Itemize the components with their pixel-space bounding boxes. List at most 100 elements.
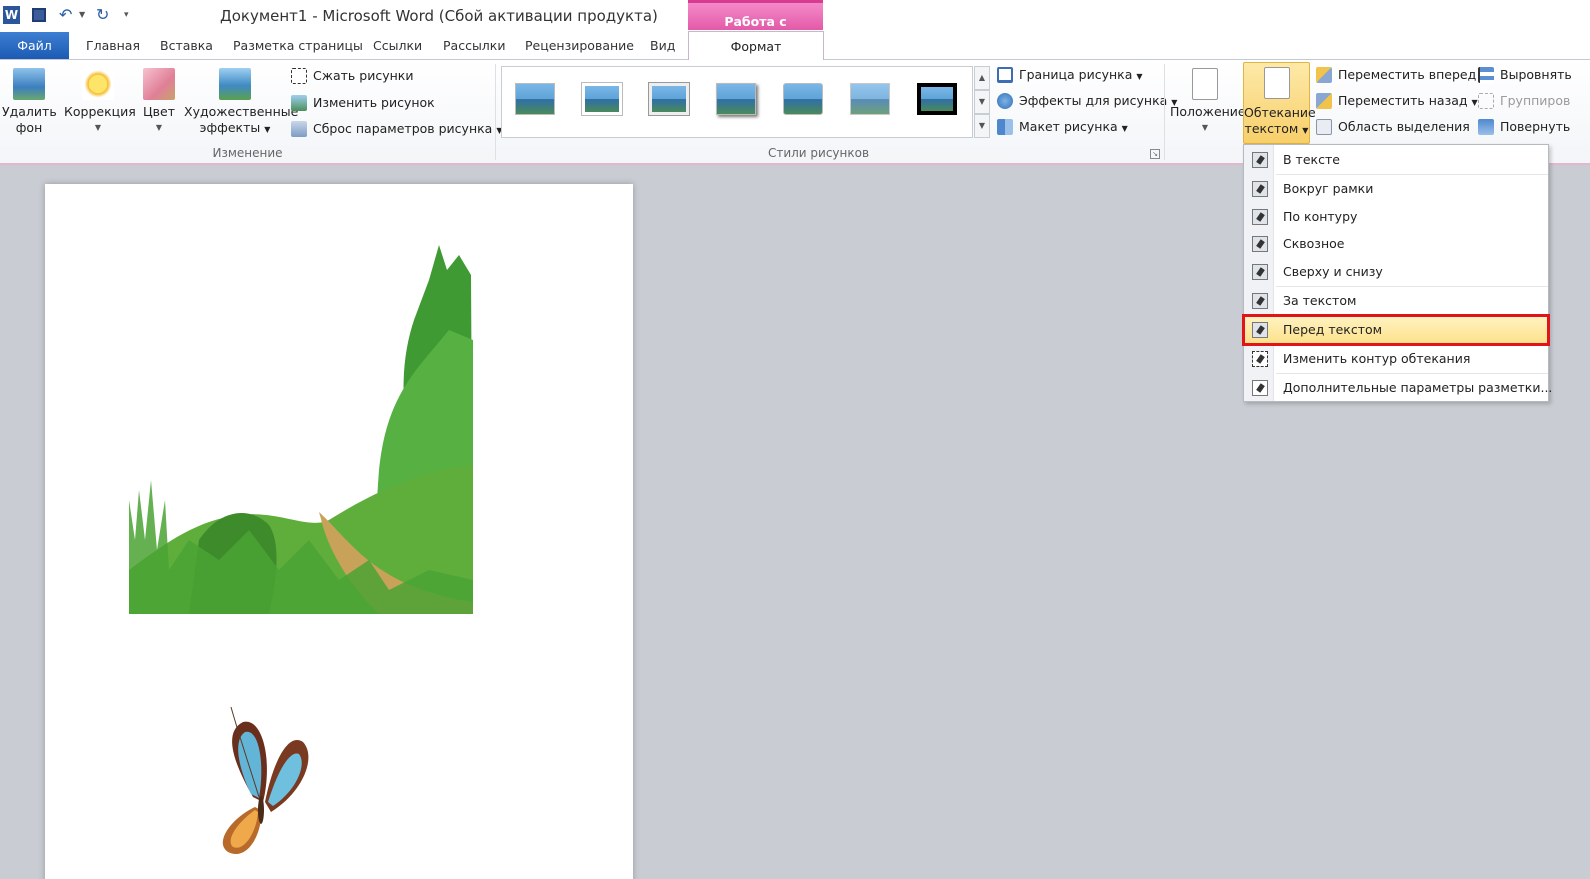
border-icon <box>997 67 1013 83</box>
style-thumb[interactable] <box>648 82 690 116</box>
menu-separator <box>1276 373 1548 374</box>
redo-icon[interactable]: ↻ <box>96 6 114 24</box>
tab-review[interactable]: Рецензирование <box>525 38 634 53</box>
document-page[interactable] <box>45 184 633 879</box>
selection-pane-icon <box>1316 119 1332 135</box>
rotate-button[interactable]: Повернуть <box>1478 118 1570 136</box>
corrections-button[interactable]: Коррекция ▼ <box>64 68 136 136</box>
window-title: Документ1 - Microsoft Word (Сбой активац… <box>220 7 658 25</box>
compress-label: Сжать рисунки <box>313 68 414 83</box>
landscape-picture[interactable] <box>129 240 473 614</box>
tab-page-layout[interactable]: Разметка страницы <box>233 38 363 53</box>
undo-icon[interactable]: ↶ <box>59 6 77 24</box>
customize-qat-icon[interactable]: ▾ <box>124 6 142 24</box>
edit-wrap-points-icon <box>1252 351 1268 367</box>
change-picture-label: Изменить рисунок <box>313 95 435 110</box>
wrap-text-icon <box>1263 67 1290 99</box>
artistic-effects-label: Художественные <box>184 104 299 119</box>
ribbon-tabs: Файл Главная Вставка Разметка страницы С… <box>0 31 1590 61</box>
selection-pane-button[interactable]: Область выделения <box>1316 118 1470 136</box>
wrap-text-label-2: текстом <box>1244 121 1299 136</box>
picture-layout-button[interactable]: Макет рисунка ▼ <box>997 118 1128 136</box>
send-backward-button[interactable]: Переместить назад ▼ <box>1316 92 1478 110</box>
wrap-inline-icon <box>1252 152 1268 168</box>
picture-effects-button[interactable]: Эффекты для рисунка ▼ <box>997 92 1177 110</box>
chevron-down-icon: ▼ <box>155 123 163 132</box>
send-backward-label: Переместить назад <box>1338 93 1468 108</box>
remove-bg-label: Удалить <box>2 104 57 119</box>
reset-picture-label: Сброс параметров рисунка <box>313 121 493 136</box>
style-thumb[interactable] <box>783 83 823 115</box>
remove-background-button[interactable]: Удалить фон <box>2 68 57 136</box>
corrections-label: Коррекция <box>64 104 136 119</box>
tab-references[interactable]: Ссылки <box>373 38 422 53</box>
style-thumb[interactable] <box>716 83 756 115</box>
menu-item-in-line[interactable]: В тексте <box>1244 147 1548 173</box>
reset-picture-icon <box>291 121 307 137</box>
position-button[interactable]: Положение ▼ <box>1170 68 1246 136</box>
reset-picture-button[interactable]: Сброс параметров рисунка ▼ <box>291 120 502 138</box>
picture-styles-gallery[interactable] <box>501 66 973 138</box>
change-picture-button[interactable]: Изменить рисунок <box>291 94 435 112</box>
gallery-scroll-down[interactable]: ▼ <box>974 90 990 114</box>
color-icon <box>143 68 175 100</box>
tab-home[interactable]: Главная <box>86 38 140 53</box>
send-backward-icon <box>1316 93 1332 109</box>
picture-layout-label: Макет рисунка <box>1019 119 1118 134</box>
tab-view[interactable]: Вид <box>650 38 675 53</box>
menu-item-tight[interactable]: По контуру <box>1244 204 1548 230</box>
tab-insert[interactable]: Вставка <box>160 38 213 53</box>
undo-dropdown-icon[interactable]: ▼ <box>79 6 97 24</box>
menu-item-through[interactable]: Сквозное <box>1244 231 1548 257</box>
style-thumb[interactable] <box>515 83 555 115</box>
tab-file[interactable]: Файл <box>0 32 69 59</box>
chevron-down-icon: ▼ <box>94 123 102 132</box>
group-separator <box>1164 64 1165 160</box>
wrap-in-front-icon <box>1252 322 1268 338</box>
align-button[interactable]: Выровнять <box>1478 66 1572 84</box>
butterfly-picture[interactable] <box>193 702 317 867</box>
bring-forward-button[interactable]: Переместить вперед ▼ <box>1316 66 1486 84</box>
chevron-down-icon: ▼ <box>1201 123 1209 132</box>
menu-item-square[interactable]: Вокруг рамки <box>1244 176 1548 202</box>
tab-format[interactable]: Формат <box>688 31 824 61</box>
group-button[interactable]: Группиров <box>1478 92 1570 110</box>
style-thumb[interactable] <box>917 83 957 115</box>
menu-item-edit-wrap-points[interactable]: Изменить контур обтекания <box>1244 346 1548 372</box>
picture-border-button[interactable]: Граница рисунка ▼ <box>997 66 1143 84</box>
menu-item-label: В тексте <box>1283 152 1340 167</box>
title-bar: W ↶ ▼ ↻ ▾ Документ1 - Microsoft Word (Сб… <box>0 0 1590 44</box>
menu-item-label: Дополнительные параметры разметки... <box>1283 380 1553 395</box>
group-label-styles: Стили рисунков <box>767 146 870 160</box>
position-label: Положение <box>1170 104 1246 119</box>
menu-item-label: Вокруг рамки <box>1283 181 1374 196</box>
gallery-scroll-up[interactable]: ▲ <box>974 66 990 90</box>
style-thumb[interactable] <box>581 82 623 116</box>
word-icon[interactable]: W <box>3 6 20 24</box>
save-icon[interactable] <box>32 8 46 22</box>
style-thumb[interactable] <box>850 83 890 115</box>
effects-icon <box>997 93 1013 109</box>
menu-item-top-bottom[interactable]: Сверху и снизу <box>1244 259 1548 285</box>
chevron-down-icon: ▼ <box>1471 98 1478 107</box>
wrap-text-button[interactable]: Обтекание текстом ▼ <box>1243 62 1316 144</box>
menu-item-label: Сквозное <box>1283 236 1345 251</box>
wrap-text-menu: В тексте Вокруг рамки По контуру Сквозно… <box>1242 144 1552 402</box>
wrap-text-label: Обтекание <box>1244 105 1316 120</box>
chevron-down-icon: ▼ <box>1302 126 1309 135</box>
menu-item-in-front-of-text[interactable]: Перед текстом <box>1242 314 1550 346</box>
menu-item-more-layout-options[interactable]: Дополнительные параметры разметки... <box>1244 375 1552 401</box>
tab-mailings[interactable]: Рассылки <box>443 38 505 53</box>
gallery-more[interactable]: ▼ <box>974 114 990 138</box>
compress-pictures-button[interactable]: Сжать рисунки <box>291 67 413 85</box>
bring-forward-label: Переместить вперед <box>1338 67 1477 82</box>
picture-tools-context: Работа с рисунками <box>688 0 823 44</box>
menu-item-label: Перед текстом <box>1283 322 1383 337</box>
dialog-launcher-icon[interactable]: ↘ <box>1150 149 1160 159</box>
compress-icon <box>291 68 307 84</box>
artistic-effects-icon <box>219 68 251 100</box>
menu-item-behind-text[interactable]: За текстом <box>1244 288 1548 314</box>
color-button[interactable]: Цвет ▼ <box>141 68 177 136</box>
wrap-square-icon <box>1252 181 1268 197</box>
artistic-effects-button[interactable]: Художественные эффекты ▼ <box>184 68 298 138</box>
